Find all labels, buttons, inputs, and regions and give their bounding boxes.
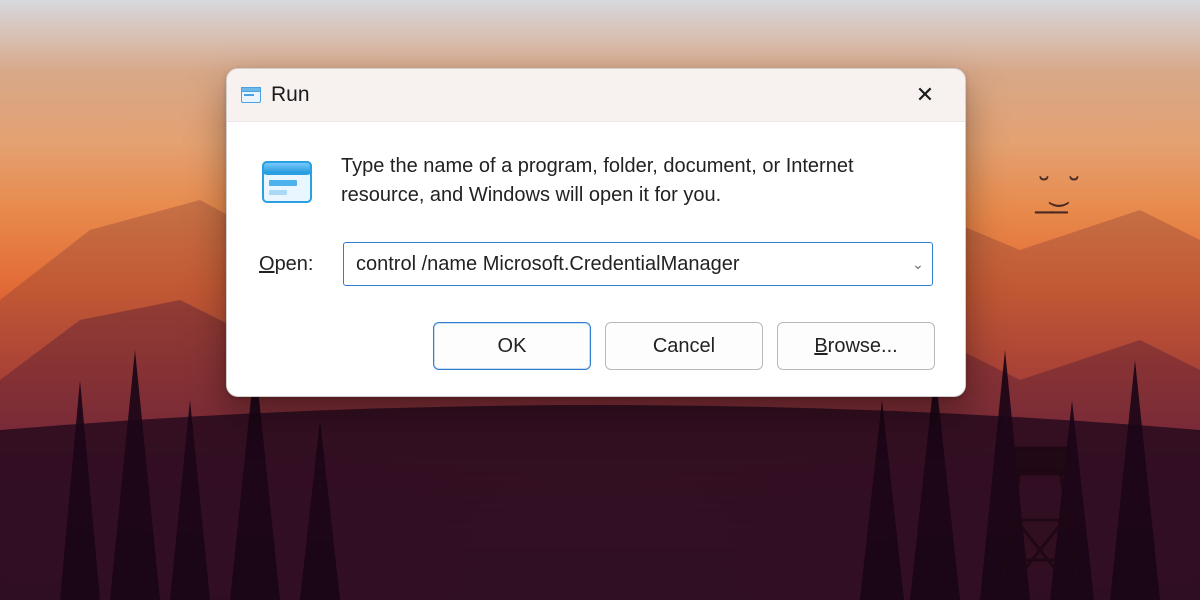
close-button[interactable]: ✕ xyxy=(903,77,947,113)
open-combobox[interactable]: ⌄ xyxy=(343,242,933,286)
button-row: OK Cancel Browse... xyxy=(227,296,965,396)
run-dialog: Run ✕ T xyxy=(226,68,966,397)
ok-button[interactable]: OK xyxy=(433,322,591,370)
desktop-wallpaper: ˘‿˘—— Run ✕ xyxy=(0,0,1200,600)
doodle-face: ˘‿˘—— xyxy=(1035,180,1080,222)
run-titlebar-icon xyxy=(241,87,261,103)
dialog-title: Run xyxy=(271,83,903,107)
open-input[interactable] xyxy=(344,253,904,276)
open-row: Open: ⌄ xyxy=(227,220,965,296)
dialog-description: Type the name of a program, folder, docu… xyxy=(341,152,933,210)
run-app-icon xyxy=(259,154,315,210)
open-label: Open: xyxy=(259,253,321,276)
cancel-button[interactable]: Cancel xyxy=(605,322,763,370)
close-icon: ✕ xyxy=(916,84,934,106)
dialog-body: Type the name of a program, folder, docu… xyxy=(227,122,965,220)
titlebar[interactable]: Run ✕ xyxy=(227,69,965,122)
chevron-down-icon[interactable]: ⌄ xyxy=(904,256,932,273)
browse-button[interactable]: Browse... xyxy=(777,322,935,370)
